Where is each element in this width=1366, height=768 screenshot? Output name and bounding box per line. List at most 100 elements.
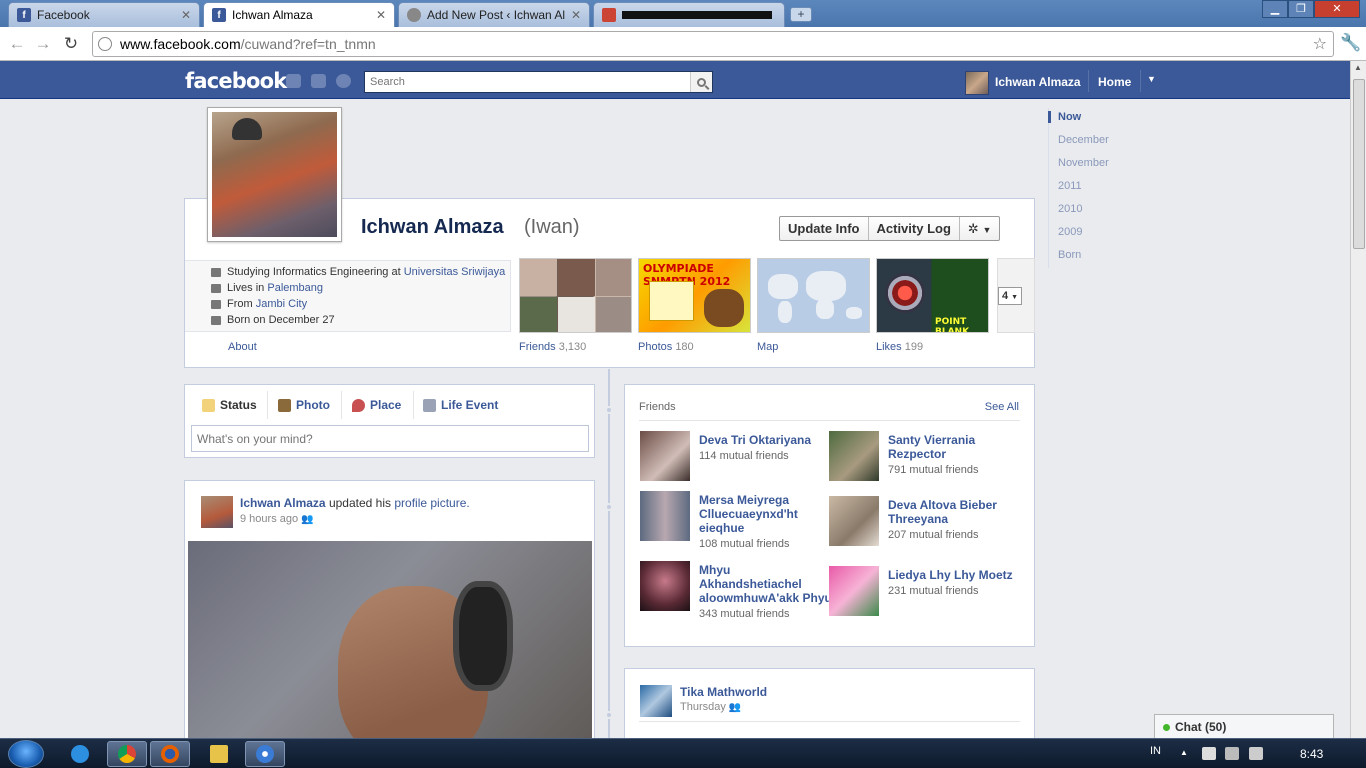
- window-close-button[interactable]: ✕: [1314, 0, 1360, 18]
- mutual-friends-count[interactable]: 343 mutual friends: [699, 608, 790, 620]
- about-link[interactable]: About: [228, 341, 257, 353]
- scroll-up-icon[interactable]: ▲: [1354, 63, 1362, 72]
- page-scrollbar[interactable]: ▲: [1350, 61, 1366, 738]
- facebook-logo[interactable]: facebook: [185, 69, 287, 93]
- home-link[interactable]: Home: [1098, 75, 1131, 89]
- mutual-friends-count[interactable]: 108 mutual friends: [699, 538, 790, 550]
- input-language-indicator[interactable]: IN: [1150, 745, 1161, 757]
- account-menu-chevron-down-icon[interactable]: ▼: [1147, 74, 1156, 84]
- likes-app-label[interactable]: Likes 199: [876, 341, 923, 353]
- timeline-nav-december[interactable]: December: [1048, 134, 1148, 146]
- more-apps-button[interactable]: 4 ▼: [998, 287, 1022, 305]
- friends-audience-icon[interactable]: 👥: [301, 514, 313, 525]
- friend-name-link[interactable]: Santy Vierrania Rezpector: [888, 433, 1023, 461]
- activity-log-button[interactable]: Activity Log: [869, 217, 960, 240]
- tab-ichwan-almaza[interactable]: f Ichwan Almaza ✕: [203, 2, 395, 27]
- scrollbar-thumb[interactable]: [1353, 79, 1365, 249]
- timeline-nav-now[interactable]: Now: [1048, 111, 1148, 123]
- mutual-friends-count[interactable]: 207 mutual friends: [888, 529, 979, 541]
- bookmark-star-icon[interactable]: ☆: [1313, 34, 1327, 54]
- tab-facebook[interactable]: f Facebook ✕: [8, 2, 200, 27]
- composer-tab-place[interactable]: Place: [352, 398, 401, 412]
- tab-add-new-post[interactable]: Add New Post ‹ Ichwan Alm ✕: [398, 2, 590, 27]
- back-arrow-icon[interactable]: ←: [6, 33, 28, 55]
- friend-name-link[interactable]: Liedya Lhy Lhy Moetz: [888, 568, 1023, 582]
- friends-app-thumbnail[interactable]: [519, 258, 632, 333]
- timeline-nav-2011[interactable]: 2011: [1048, 180, 1148, 192]
- address-bar[interactable]: www.facebook.com/cuwand?ref=tn_tnmn ☆: [92, 31, 1334, 57]
- wrench-menu-icon[interactable]: 🔧: [1340, 33, 1361, 53]
- profile-picture[interactable]: [207, 107, 342, 242]
- friend-requests-icon[interactable]: [286, 74, 301, 88]
- tab-redacted[interactable]: [593, 2, 785, 27]
- map-app-label[interactable]: Map: [757, 341, 778, 353]
- forward-arrow-icon[interactable]: →: [32, 33, 54, 55]
- new-tab-button[interactable]: +: [790, 7, 812, 22]
- settings-gear-button[interactable]: ✲ ▼: [960, 217, 999, 240]
- mutual-friends-count[interactable]: 114 mutual friends: [699, 450, 789, 462]
- friend-photo[interactable]: [829, 566, 879, 616]
- internet-explorer-icon[interactable]: [60, 741, 100, 767]
- notifications-globe-icon[interactable]: [336, 74, 351, 88]
- windows-start-button[interactable]: [8, 740, 44, 768]
- whats-on-your-mind-input[interactable]: [191, 425, 589, 452]
- photos-app-label[interactable]: Photos 180: [638, 341, 694, 353]
- likes-app-thumbnail[interactable]: POINT BLANK: [876, 258, 989, 333]
- story-photo[interactable]: [188, 541, 592, 739]
- search-input[interactable]: [365, 72, 690, 92]
- mutual-friends-count[interactable]: 231 mutual friends: [888, 585, 979, 597]
- header-user-name[interactable]: Ichwan Almaza: [995, 75, 1081, 89]
- mutual-friends-count[interactable]: 791 mutual friends: [888, 464, 979, 476]
- friend-photo[interactable]: [640, 561, 690, 611]
- chrome-taskbar-icon[interactable]: [107, 741, 147, 767]
- timeline-nav-born[interactable]: Born: [1048, 249, 1148, 261]
- taskbar-clock[interactable]: 8:43: [1300, 747, 1323, 761]
- friend-photo[interactable]: [640, 431, 690, 481]
- story-author-link[interactable]: Ichwan Almaza: [240, 496, 326, 510]
- profile-picture-link[interactable]: profile picture.: [394, 496, 469, 510]
- friend-name-link[interactable]: Mhyu Akhandshetiachel aloowmhuwA'akk Phy…: [699, 563, 834, 605]
- friend-name-link[interactable]: Deva Tri Oktariyana: [699, 433, 834, 447]
- composer-tab-life-event[interactable]: Life Event: [423, 398, 498, 412]
- story-author-link[interactable]: Tika Mathworld: [680, 685, 767, 699]
- story-time-link[interactable]: Thursday: [680, 701, 726, 713]
- friend-photo[interactable]: [640, 491, 690, 541]
- composer-tab-photo[interactable]: Photo: [278, 398, 330, 412]
- friend-name-link[interactable]: Deva Altova Bieber Threeyana: [888, 498, 1023, 526]
- network-icon[interactable]: [1225, 747, 1239, 760]
- friend-photo[interactable]: [829, 496, 879, 546]
- friends-app-label[interactable]: Friends 3,130: [519, 341, 586, 353]
- story-author-avatar[interactable]: [201, 496, 233, 528]
- search-button[interactable]: [690, 72, 712, 92]
- see-all-link[interactable]: See All: [985, 401, 1019, 413]
- minimize-button[interactable]: ▁: [1262, 0, 1288, 18]
- firefox-taskbar-icon[interactable]: [150, 741, 190, 767]
- volume-speaker-icon[interactable]: [1249, 747, 1263, 760]
- story-author-avatar[interactable]: [640, 685, 672, 717]
- close-icon[interactable]: ✕: [376, 8, 386, 22]
- hometown-link[interactable]: Jambi City: [256, 298, 307, 310]
- friends-audience-icon[interactable]: 👥: [729, 702, 741, 713]
- messages-icon[interactable]: [311, 74, 326, 88]
- explorer-folder-icon[interactable]: [199, 741, 239, 767]
- school-link[interactable]: Universitas Sriwijaya: [404, 266, 505, 278]
- current-city-link[interactable]: Palembang: [267, 282, 323, 294]
- maximize-button[interactable]: ❐: [1288, 0, 1314, 18]
- friends-box-title[interactable]: Friends: [639, 401, 676, 413]
- close-icon[interactable]: ✕: [571, 8, 581, 22]
- timeline-nav-2009[interactable]: 2009: [1048, 226, 1148, 238]
- media-player-icon[interactable]: [245, 741, 285, 767]
- update-info-button[interactable]: Update Info: [780, 217, 869, 240]
- map-app-thumbnail[interactable]: [757, 258, 870, 333]
- timeline-nav-november[interactable]: November: [1048, 157, 1148, 169]
- friend-name-link[interactable]: Mersa Meiyrega Clluecuaeynxd'ht eieqhue: [699, 493, 834, 535]
- photos-app-thumbnail[interactable]: OLYMPIADE SNMPTN 2012: [638, 258, 751, 333]
- story-time-link[interactable]: 9 hours ago: [240, 513, 298, 525]
- show-hidden-icons-chevron-up-icon[interactable]: ▲: [1180, 748, 1188, 757]
- friend-photo[interactable]: [829, 431, 879, 481]
- action-center-flag-icon[interactable]: [1202, 747, 1216, 760]
- timeline-nav-2010[interactable]: 2010: [1048, 203, 1148, 215]
- chat-sidebar-button[interactable]: Chat (50): [1154, 714, 1334, 739]
- reload-icon[interactable]: ↻: [60, 33, 82, 55]
- composer-tab-status[interactable]: Status: [202, 398, 257, 412]
